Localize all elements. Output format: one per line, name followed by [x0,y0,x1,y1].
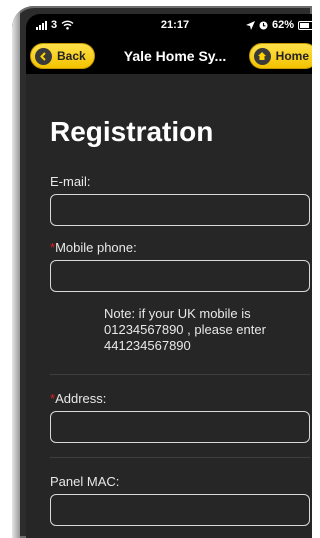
phone-bezel [12,6,20,538]
address-section: *Address: [50,391,310,443]
registration-form: Registration E-mail: *Mobile phone: Note… [26,116,312,526]
status-bar: 3 21:17 62% [26,14,312,38]
location-arrow-icon [245,20,255,30]
screen: 3 21:17 62% Back Yale Home Sy... Home Re… [26,14,312,538]
address-label: Address: [55,391,107,406]
home-icon [253,47,271,65]
email-field[interactable] [50,194,310,226]
navigation-bar: Back Yale Home Sy... Home [26,38,312,74]
mobile-label: Mobile phone: [55,240,137,255]
panel-mac-section: Panel MAC: [50,474,310,526]
home-button-label: Home [275,49,309,63]
status-right: 62% [245,19,312,31]
battery-icon [298,20,312,30]
divider [50,457,310,458]
battery-fill [300,22,309,28]
back-arrow-icon [35,47,52,65]
alarm-icon [259,21,268,29]
phone-frame: 3 21:17 62% Back Yale Home Sy... Home Re… [12,6,312,538]
panel-mac-label: Panel MAC: [50,474,120,489]
home-button[interactable]: Home [248,43,312,69]
email-section: E-mail: [50,174,310,226]
address-label-row: *Address: [50,391,310,406]
back-button-label: Back [57,49,86,63]
mobile-label-row: *Mobile phone: [50,240,310,255]
nav-title: Yale Home Sy... [123,48,227,64]
mobile-section: *Mobile phone: Note: if your UK mobile i… [50,240,310,354]
battery-percent: 62% [271,19,294,31]
panel-mac-field[interactable] [50,494,310,526]
mobile-note: Note: if your UK mobile is 01234567890 ,… [104,306,266,353]
divider [50,374,310,375]
email-label: E-mail: [50,174,91,189]
back-button[interactable]: Back [30,43,95,69]
page-title: Registration [50,116,214,147]
address-field[interactable] [50,411,310,443]
mobile-phone-field[interactable] [50,260,310,292]
